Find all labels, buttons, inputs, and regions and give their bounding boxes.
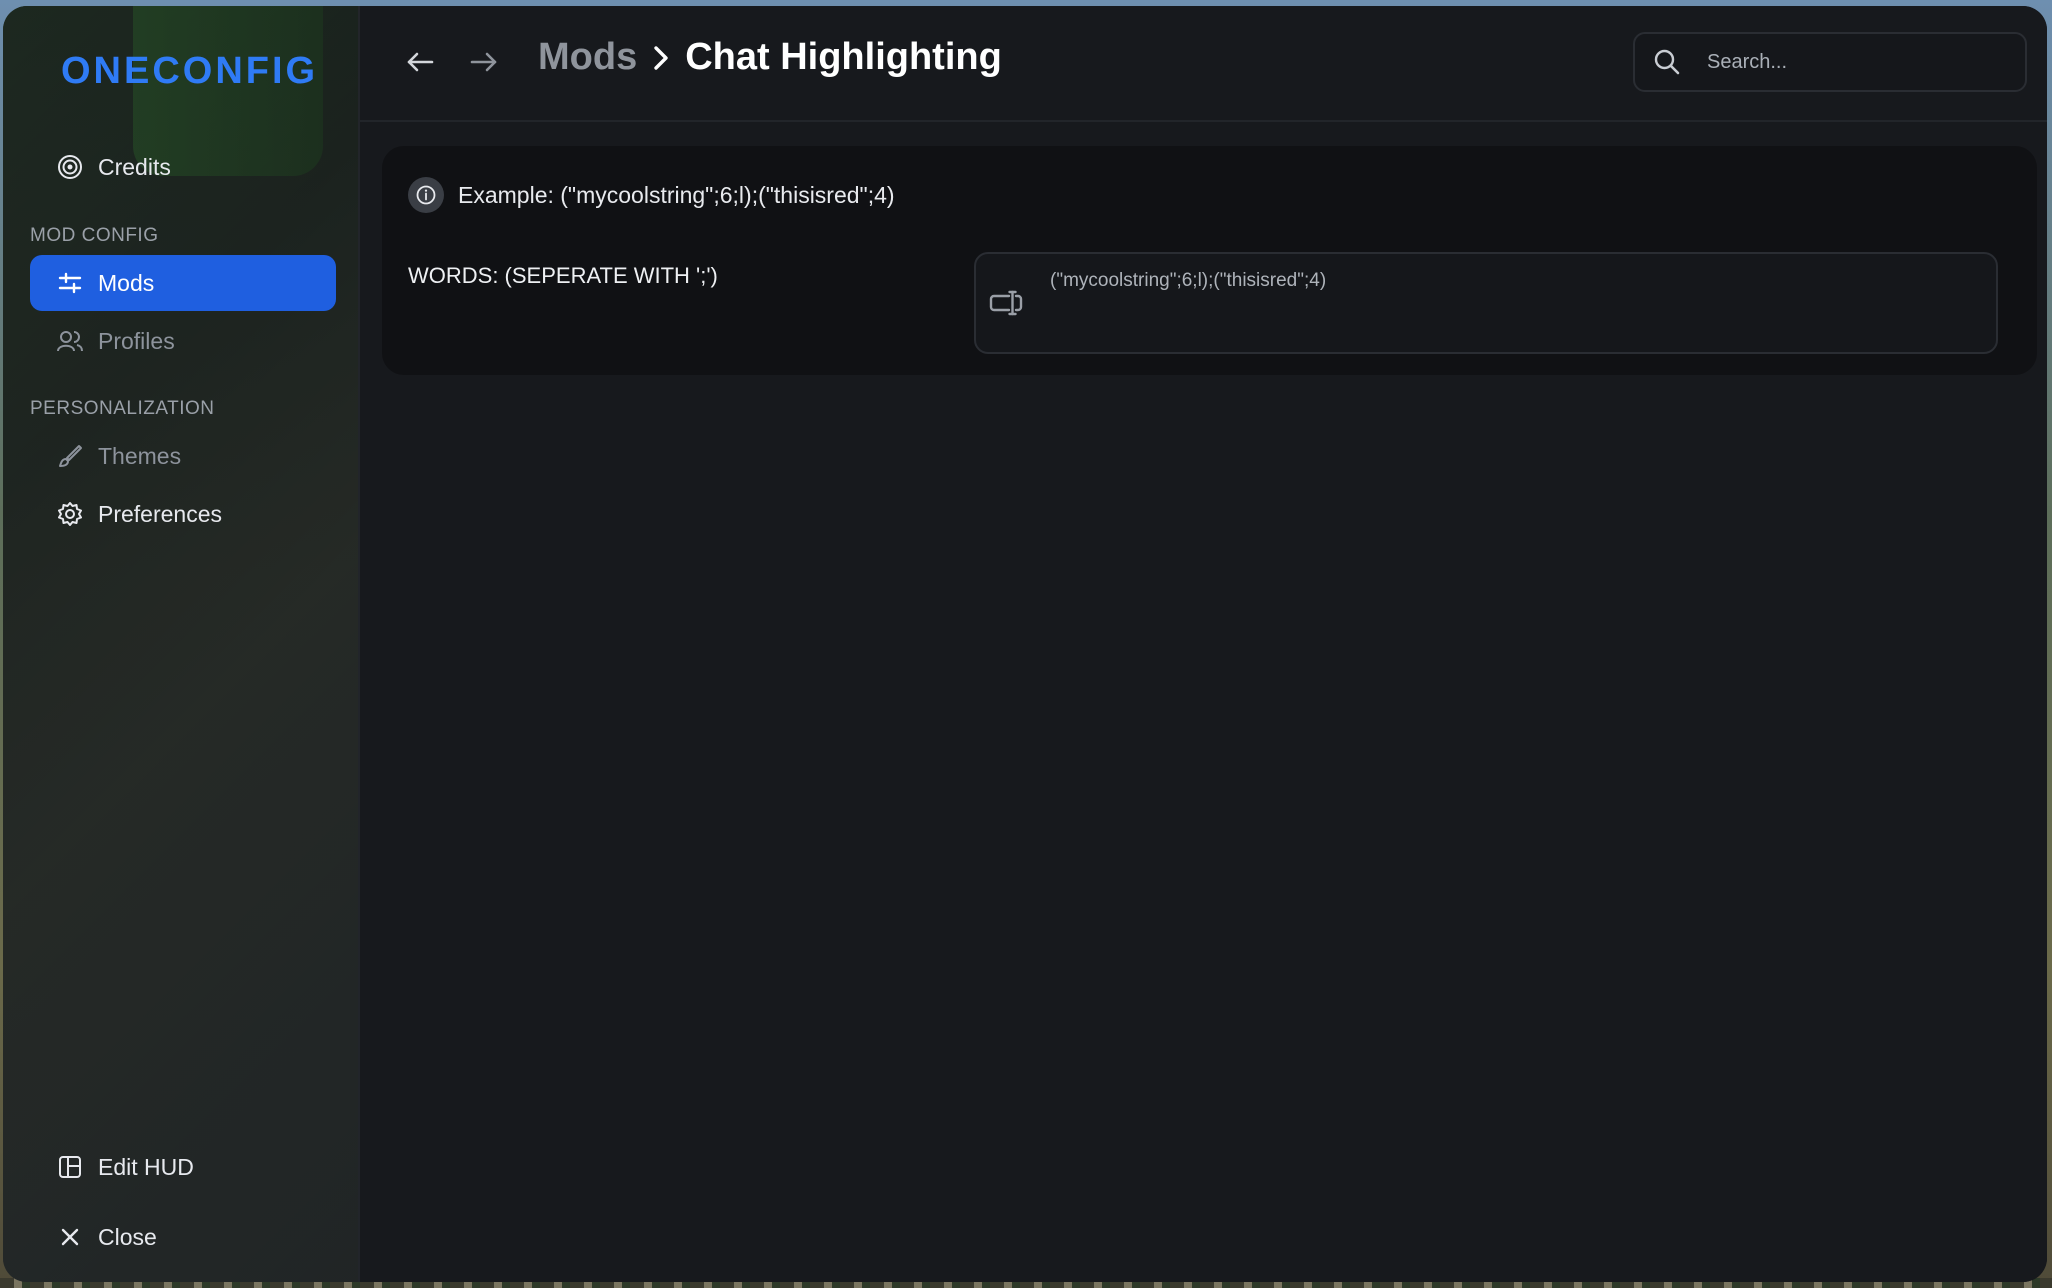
sidebar-item-preferences[interactable]: Preferences: [30, 486, 336, 542]
layout-icon: [56, 1153, 84, 1181]
sidebar-item-credits[interactable]: Credits: [30, 139, 336, 195]
breadcrumb-parent[interactable]: Mods: [538, 36, 637, 79]
sidebar: ONECONFIG Credits MOD CONFIG Mods Profil…: [3, 6, 360, 1282]
info-row: Example: ("mycoolstring";6;l);("thisisre…: [408, 177, 895, 213]
sidebar-item-profiles[interactable]: Profiles: [30, 313, 336, 369]
users-icon: [56, 327, 84, 355]
sidebar-item-label: Edit HUD: [98, 1153, 194, 1180]
sliders-icon: [56, 269, 84, 297]
credits-icon: [56, 153, 84, 181]
sidebar-item-label: Profiles: [98, 327, 175, 354]
text-cursor-icon: [988, 288, 1024, 318]
chevron-right-icon: [651, 43, 671, 73]
arrow-left-icon: [405, 50, 435, 78]
words-field-value: ("mycoolstring";6;l);("thisisred";4): [1050, 270, 1327, 291]
sidebar-item-label: Themes: [98, 442, 182, 469]
sidebar-item-label: Credits: [98, 153, 171, 180]
sidebar-item-close[interactable]: Close: [30, 1209, 336, 1265]
config-card: Example: ("mycoolstring";6;l);("thisisre…: [382, 146, 2037, 375]
back-button[interactable]: [400, 44, 440, 84]
search-input[interactable]: [1705, 49, 1989, 75]
breadcrumb: Mods Chat Highlighting: [538, 36, 1002, 79]
top-bar: Mods Chat Highlighting: [360, 6, 2047, 122]
arrow-right-icon: [469, 50, 499, 78]
sidebar-item-label: Close: [98, 1223, 157, 1250]
oneconfig-logo: ONECONFIG: [61, 50, 319, 92]
brush-icon: [56, 442, 84, 470]
oneconfig-window: ONECONFIG Credits MOD CONFIG Mods Profil…: [3, 6, 2047, 1282]
info-text: Example: ("mycoolstring";6;l);("thisisre…: [458, 181, 895, 208]
section-label-mod-config: MOD CONFIG: [30, 225, 159, 246]
search-icon: [1651, 46, 1683, 78]
sidebar-item-themes[interactable]: Themes: [30, 428, 336, 484]
forward-button[interactable]: [464, 44, 504, 84]
gear-icon: [56, 500, 84, 528]
sidebar-item-label: Preferences: [98, 500, 223, 527]
sidebar-item-edit-hud[interactable]: Edit HUD: [30, 1139, 336, 1195]
sidebar-item-label: Mods: [98, 269, 155, 296]
section-label-personalization: PERSONALIZATION: [30, 398, 215, 419]
search-box[interactable]: [1633, 32, 2027, 92]
sidebar-item-mods[interactable]: Mods: [30, 255, 336, 311]
main-content: Mods Chat Highlighting Example: ("mycool…: [360, 6, 2047, 1282]
page-title: Chat Highlighting: [685, 36, 1002, 78]
words-text-field[interactable]: ("mycoolstring";6;l);("thisisred";4): [974, 252, 1998, 354]
words-label: WORDS: (SEPERATE WITH ';'): [408, 263, 718, 288]
info-icon: [408, 177, 444, 213]
close-icon: [56, 1223, 84, 1251]
